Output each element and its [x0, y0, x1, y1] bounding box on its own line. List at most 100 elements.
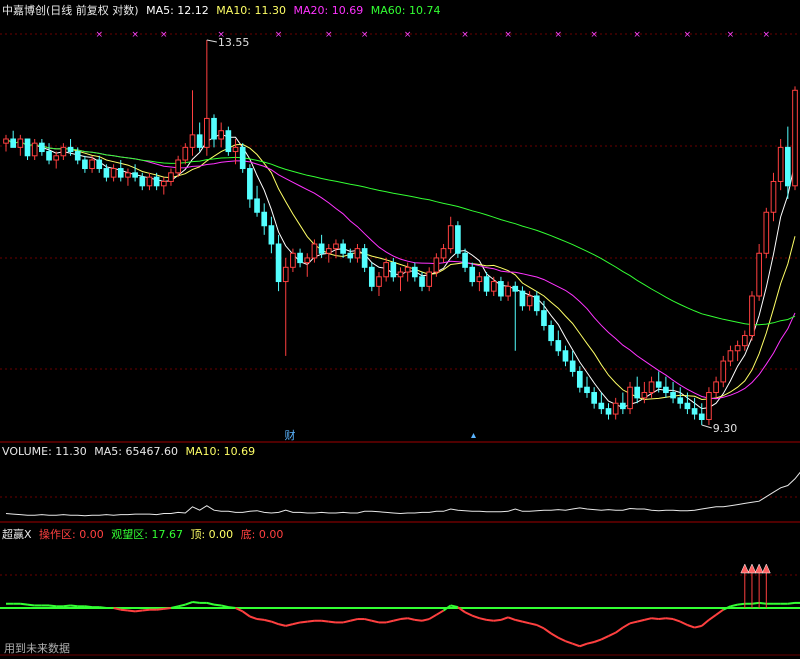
candle-up — [218, 130, 225, 140]
candle-down — [211, 117, 217, 140]
candle-up — [31, 142, 38, 157]
indicator-segment — [127, 609, 136, 613]
candle-up — [53, 155, 60, 161]
low-label-line — [701, 424, 712, 429]
indicator-segment — [536, 624, 545, 630]
candle-up — [290, 252, 296, 268]
ma10-value: MA10: 11.30 — [216, 4, 287, 17]
indicator-segment — [751, 601, 760, 605]
indicator-segment — [184, 601, 193, 606]
candle-down — [103, 168, 110, 178]
candle-down — [598, 402, 605, 410]
indicator-segment — [622, 622, 631, 629]
top-value: 顶: 0.00 — [190, 528, 234, 541]
indicator-segment — [672, 618, 681, 623]
candle-down — [576, 370, 583, 388]
signal-mark: × — [361, 30, 369, 40]
indicator-segment — [99, 606, 107, 609]
signal-mark: × — [131, 30, 139, 40]
indicator-segment — [256, 618, 265, 621]
signal-mark: × — [275, 30, 283, 40]
candle-up — [376, 276, 382, 287]
candle-up — [426, 271, 433, 287]
candle-down — [196, 134, 203, 148]
candle-up — [792, 89, 798, 187]
candle-down — [555, 340, 562, 352]
candle-up — [383, 262, 389, 278]
indicator-segment — [651, 617, 659, 621]
candle-up — [720, 360, 727, 383]
indicator-segment — [385, 619, 394, 624]
indicator-segment — [507, 616, 516, 621]
candle-up — [641, 392, 648, 399]
candle-down — [412, 266, 418, 278]
indicator-segment — [701, 619, 710, 627]
candle-up — [627, 386, 633, 410]
signal-mark: × — [763, 30, 771, 40]
candle-up — [3, 138, 9, 144]
indicator-segment — [177, 603, 186, 608]
indicator-segment — [414, 618, 423, 622]
signal-mark: × — [504, 30, 512, 40]
indicator-segment — [220, 604, 229, 609]
candle-up — [505, 285, 511, 297]
candle-up — [770, 180, 777, 213]
candle-down — [569, 360, 576, 372]
candle-down — [46, 151, 52, 161]
signal-mark: × — [160, 30, 168, 40]
candle-down — [74, 151, 81, 161]
indicator-segment — [479, 617, 487, 621]
indicator-segment — [715, 608, 724, 616]
indicator-segment — [679, 620, 688, 626]
signal-mark: × — [555, 30, 563, 40]
candle-up — [304, 257, 311, 264]
low-price-label: 9.30 — [713, 422, 738, 435]
candle-up — [447, 225, 454, 250]
signal-arrow-head — [761, 563, 771, 574]
indicator-segment — [522, 620, 530, 625]
indicator-segment — [228, 606, 236, 609]
indicator-segment — [550, 632, 559, 639]
indicator-segment — [321, 619, 329, 623]
indicator-segment — [600, 635, 609, 641]
indicator-segment — [608, 631, 617, 637]
indicator-segment — [307, 619, 315, 623]
indicator-segment — [299, 620, 308, 624]
candle-up — [397, 271, 404, 278]
finance-marker: 财 — [285, 428, 296, 442]
indicator-segment — [471, 614, 480, 620]
candle-down — [698, 413, 705, 421]
candle-down — [562, 350, 569, 362]
candle-down — [361, 248, 368, 268]
signal-mark: × — [633, 30, 641, 40]
indicator-segment — [278, 623, 286, 627]
candle-up — [17, 138, 24, 148]
indicator-segment — [543, 627, 552, 635]
indicator-segment — [730, 603, 738, 608]
candle-down — [368, 266, 375, 287]
candle-down — [24, 138, 31, 157]
volume-ma5-value: MA5: 65467.60 — [94, 445, 178, 458]
indicator-segment — [271, 620, 279, 626]
candle-down — [340, 243, 346, 254]
indicator-segment — [70, 604, 78, 608]
indicator-segment — [192, 601, 200, 604]
candle-up — [713, 381, 719, 394]
indicator-segment — [292, 621, 301, 626]
candle-down — [268, 225, 275, 245]
indicator-segment — [787, 601, 796, 605]
candle-up — [763, 211, 770, 254]
indicator-segment — [665, 617, 674, 621]
signal-mark: × — [325, 30, 333, 40]
indicator-segment — [20, 602, 28, 606]
indicator-segment — [450, 604, 459, 609]
indicator-segment — [629, 620, 638, 625]
indicator-segment — [500, 616, 509, 621]
candle-down — [139, 176, 146, 187]
indicator-name: 超赢X — [2, 528, 32, 541]
candle-down — [620, 402, 626, 410]
indicator-segment — [63, 604, 71, 608]
indicator-segment — [687, 624, 695, 629]
candle-down — [533, 295, 540, 312]
signal-arrow-head — [740, 563, 750, 574]
